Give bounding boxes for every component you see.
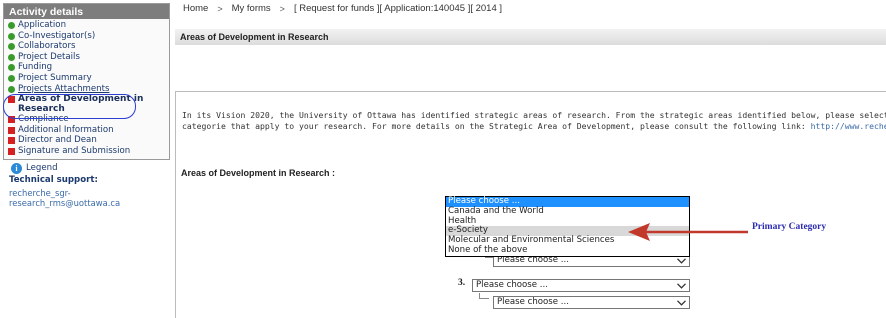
excellence-link[interactable]: http://www.recherche.uottawa.ca/excellen… <box>811 121 886 131</box>
tech-support-label: Technical support: <box>9 174 98 185</box>
green-dot-icon <box>8 22 15 29</box>
red-square-icon <box>8 137 15 145</box>
sidebar-item-compliance[interactable]: Compliance <box>4 114 169 125</box>
green-dot-icon <box>8 43 15 51</box>
activity-details-header: Activity details <box>4 4 169 19</box>
green-dot-icon <box>8 53 15 61</box>
green-dot-icon <box>8 32 15 40</box>
page-title: Areas of Development in Research <box>175 29 886 45</box>
green-dot-icon <box>8 85 15 93</box>
sidebar: Activity details Application Co-Investig… <box>3 3 170 315</box>
sidebar-item-director-and-dean[interactable]: Director and Dean <box>4 135 169 146</box>
legend-link[interactable]: i Legend <box>3 160 170 174</box>
breadcrumb-my-forms[interactable]: My forms <box>232 3 271 14</box>
red-square-icon <box>8 147 15 155</box>
sidebar-item-application[interactable]: Application <box>4 20 169 31</box>
annotation-arrow-icon <box>628 223 748 241</box>
sidebar-item-areas-of-development[interactable]: Areas of Development in Research <box>4 94 169 114</box>
breadcrumb-separator: > <box>217 3 223 14</box>
red-square-icon <box>8 96 15 104</box>
section-label: Areas of Development in Research : <box>181 168 336 178</box>
red-square-icon <box>8 126 15 134</box>
chevron-down-icon <box>676 256 686 266</box>
sidebar-item-collaborators[interactable]: Collaborators <box>4 41 169 52</box>
sidebar-item-signature-and-submission[interactable]: Signature and Submission <box>4 146 169 157</box>
sidebar-item-co-investigators[interactable]: Co-Investigator(s) <box>4 31 169 42</box>
chevron-down-icon <box>676 281 686 291</box>
intro-text: In its Vision 2020, the University of Ot… <box>182 110 886 132</box>
tech-support-email[interactable]: recherche_sgr-research_rms@uottawa.ca <box>3 186 170 210</box>
row-number-3: 3. <box>458 278 466 288</box>
sidebar-item-project-summary[interactable]: Project Summary <box>4 73 169 84</box>
breadcrumb-separator: > <box>279 3 285 14</box>
sidebar-item-additional-information[interactable]: Additional Information <box>4 125 169 136</box>
annotation-label: Primary Category <box>752 222 827 232</box>
sidebar-item-projects-attachments[interactable]: Projects Attachments <box>4 84 169 95</box>
activity-details-panel: Activity details Application Co-Investig… <box>3 3 170 160</box>
tree-connector <box>479 293 489 299</box>
breadcrumb: Home > My forms > [ Request for funds ][… <box>183 3 502 14</box>
red-square-icon <box>8 116 15 124</box>
sidebar-item-funding[interactable]: Funding <box>4 62 169 73</box>
area-select-3[interactable]: Please choose ... <box>472 279 690 292</box>
chevron-down-icon <box>676 298 686 308</box>
green-dot-icon <box>8 74 15 82</box>
sub-select-3[interactable]: Please choose ... <box>493 296 690 309</box>
legend-label: Legend <box>26 163 58 174</box>
breadcrumb-home[interactable]: Home <box>183 3 208 14</box>
intro-line-2: categorie that apply to your research. F… <box>182 121 886 132</box>
dropdown-option[interactable]: Canada and the World <box>446 206 689 217</box>
info-icon: i <box>11 162 22 174</box>
sidebar-item-project-details[interactable]: Project Details <box>4 52 169 63</box>
green-dot-icon <box>8 64 15 72</box>
dropdown-option[interactable]: None of the above <box>446 245 689 256</box>
breadcrumb-current: [ Request for funds ][ Application:14004… <box>293 3 503 14</box>
intro-line-1: In its Vision 2020, the University of Ot… <box>182 110 886 120</box>
